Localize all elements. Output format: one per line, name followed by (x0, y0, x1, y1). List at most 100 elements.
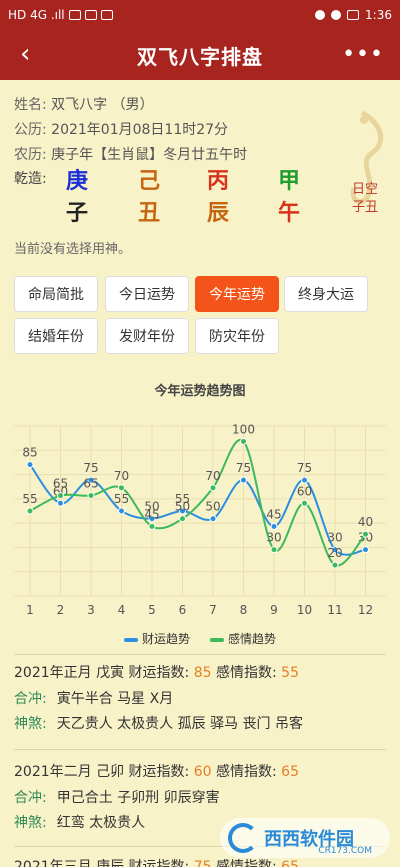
series-2-point (240, 437, 247, 445)
bazi-label: 乾造: (14, 171, 47, 187)
series-2-point (179, 515, 186, 523)
series-2-data-label: 65 (53, 477, 68, 491)
series-1-data-label: 75 (297, 461, 312, 475)
status-signal-text: HD 4G .ıll (8, 8, 65, 22)
gongli-line: 公历: 2021年01月08日11时27分 (14, 119, 228, 139)
series-2-point (148, 522, 156, 530)
month-1-shensha: 神煞: 天乙贵人 太极贵人 孤辰 驿马 丧门 吊客 (14, 713, 303, 733)
series-2-point (362, 530, 369, 538)
month-1-cai: 85 (193, 665, 212, 681)
series-2-data-label: 70 (205, 469, 220, 483)
month-1-head-a: 2021年正月 戊寅 财运指数: (14, 665, 194, 681)
series-1-point (362, 546, 369, 554)
app-bar: ‹ 双飞八字排盘 ••• (0, 30, 400, 80)
month-1-header: 2021年正月 戊寅 财运指数: 85 感情指数: 55 (14, 662, 299, 682)
alarm-icon (331, 10, 342, 20)
function-button-6[interactable]: 发财年份 (105, 318, 189, 354)
series-1-data-label: 50 (205, 500, 220, 514)
legend-cai: 财运趋势 (123, 630, 190, 647)
function-button-5[interactable]: 结婚年份 (14, 318, 98, 354)
legend-gan: 感情趋势 (210, 630, 276, 647)
x-tick-label: 10 (297, 603, 312, 617)
series-2-point (209, 484, 217, 492)
month-3-cai: 75 (193, 859, 212, 867)
month-2-hechong: 合冲: 甲己合土 子卯刑 卯辰穿害 (14, 787, 220, 807)
branch-4: 午 (278, 201, 301, 226)
function-button-2[interactable]: 今日运势 (105, 276, 189, 312)
series-1-point (270, 522, 278, 530)
wechat-icon (84, 10, 97, 20)
series-2-data-label: 65 (83, 477, 98, 491)
month-1-head-b: 感情指数: (211, 665, 282, 681)
series-1-data-label: 85 (22, 446, 37, 460)
watermark-url: CR173.COM (318, 846, 372, 856)
month-3-head-a: 2021年三月 庚辰 财运指数: (14, 859, 194, 867)
series-2-point (26, 507, 34, 515)
series-2-point (301, 499, 308, 507)
name-value: 双飞八字 （男） (51, 97, 154, 113)
series-1-point (26, 461, 34, 469)
notification-icon (100, 10, 113, 20)
series-2-point (270, 546, 278, 554)
function-button-7[interactable]: 防灾年份 (195, 318, 279, 354)
status-bar: HD 4G .ıll 1:36 (0, 0, 400, 30)
series-1-data-label: 30 (327, 531, 342, 545)
legend-gan-label: 感情趋势 (228, 632, 277, 646)
series-2-data-label: 55 (22, 492, 37, 506)
series-line-1 (29, 464, 366, 556)
series-1-point (301, 476, 308, 484)
function-button-1[interactable]: 命局简批 (14, 276, 98, 312)
gongli-value: 2021年01月08日11时27分 (51, 122, 229, 138)
branch-3: 辰 (207, 201, 230, 226)
back-icon[interactable]: ‹ (20, 40, 30, 68)
x-tick-label: 4 (118, 603, 126, 617)
branch-2: 丑 (138, 201, 161, 226)
x-tick-label: 5 (148, 603, 156, 617)
site-watermark: 西西软件园 CR173.COM (220, 818, 390, 858)
gongli-label: 公历: (14, 122, 47, 138)
name-line: 姓名: 双飞八字 （男） (14, 94, 154, 114)
function-button-4[interactable]: 终身大运 (284, 276, 368, 312)
month-2-head-b: 感情指数: (211, 764, 282, 780)
x-tick-label: 7 (209, 603, 217, 617)
nongli-label: 农历: (14, 147, 47, 163)
x-tick-label: 3 (87, 603, 95, 617)
month-1-hechong: 合冲: 寅午半合 马星 X月 (14, 688, 173, 708)
branch-1: 子 (66, 201, 89, 226)
stem-1: 庚 (66, 169, 89, 194)
series-1-point (240, 476, 247, 484)
shensha-value: 红鸾 太极贵人 (56, 815, 146, 831)
month-3-head-b: 感情指数: (211, 859, 282, 867)
series-2-data-label: 70 (114, 469, 129, 483)
series-2-data-label: 40 (358, 515, 373, 529)
x-tick-label: 11 (327, 603, 342, 617)
page-title: 双飞八字排盘 (137, 44, 263, 69)
shensha-key: 神煞: (14, 815, 47, 831)
month-2-gan: 65 (281, 764, 299, 780)
function-button-3[interactable]: 今年运势 (195, 276, 279, 312)
divider (14, 749, 386, 750)
stem-2: 己 (138, 169, 161, 194)
series-2-point (57, 492, 64, 500)
series-2-point (331, 561, 339, 569)
legend-gan-swatch (210, 637, 224, 642)
x-tick-label: 9 (270, 603, 278, 617)
nongli-line: 农历: 庚子年【生肖鼠】冬月廿五午时 (14, 144, 247, 164)
series-1-data-label: 45 (266, 507, 281, 521)
series-1-point (209, 515, 217, 523)
series-1-data-label: 75 (236, 461, 251, 475)
yongshen-notice: 当前没有选择用神。 (14, 242, 132, 257)
x-tick-label: 12 (358, 603, 373, 617)
month-1-gan: 55 (281, 665, 299, 681)
month-3-gan: 65 (281, 859, 299, 867)
series-2-data-label: 45 (144, 507, 159, 521)
series-2-data-label: 20 (327, 546, 342, 560)
legend-cai-label: 财运趋势 (141, 632, 190, 646)
month-2-cai: 60 (193, 764, 212, 780)
battery-icon (347, 10, 360, 20)
status-time: 1:36 (365, 8, 392, 22)
more-icon[interactable]: ••• (342, 42, 384, 67)
series-line-2 (29, 438, 367, 567)
kong-line-1: 日空 (351, 182, 378, 197)
hechong-value: 甲己合土 子卯刑 卯辰穿害 (56, 790, 220, 806)
